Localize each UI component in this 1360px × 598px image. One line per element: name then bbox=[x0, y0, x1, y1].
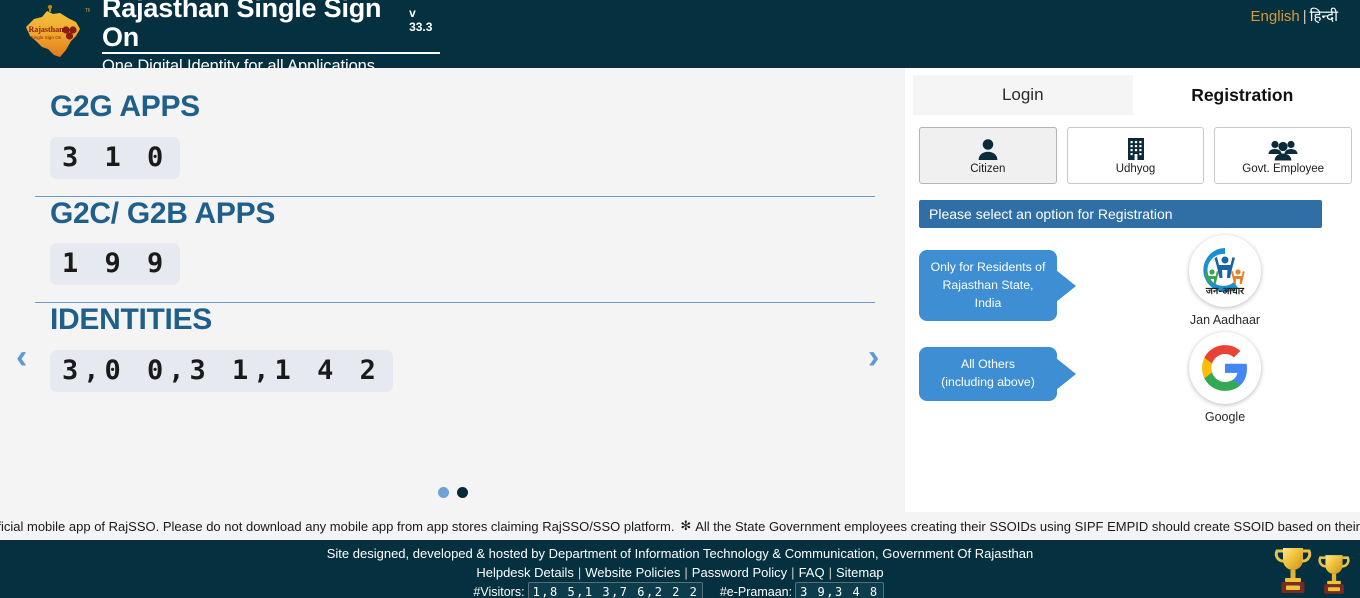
google-caption: Google bbox=[1204, 410, 1246, 425]
role-label: Udhyog bbox=[1115, 162, 1156, 175]
page-header: Rajasthan Single Sign On TM Rajasthan Si… bbox=[0, 0, 1360, 75]
language-switcher: English | हिन्दी bbox=[1251, 6, 1338, 26]
trophy-icon bbox=[1274, 548, 1312, 593]
jan-aadhaar-caption: Jan Aadhaar bbox=[1189, 313, 1261, 327]
visitors-counter: 1,8 5,1 3,7 6,2 2 2 bbox=[527, 582, 704, 598]
stats-carousel-panel: G2G APPS 3 1 0 G2C/ G2B APPS 1 9 9 IDENT… bbox=[0, 68, 905, 512]
carousel-prev-arrow-icon[interactable]: ‹ bbox=[16, 340, 44, 374]
registration-option-jan-aadhaar: Only for Residents of Rajasthan State, I… bbox=[919, 235, 1352, 327]
svg-text:Rajasthan: Rajasthan bbox=[28, 25, 64, 34]
google-logo-icon bbox=[1202, 345, 1247, 392]
stat-title: G2C/ G2B APPS bbox=[50, 196, 276, 230]
stat-identities: IDENTITIES 3,0 0,3 1,1 4 2 bbox=[50, 303, 826, 398]
person-icon bbox=[977, 137, 999, 161]
carousel-dots bbox=[0, 487, 905, 498]
stat-g2g-apps: G2G APPS 3 1 0 bbox=[50, 90, 826, 185]
pramaan-label: #e-Pramaan: bbox=[719, 585, 793, 598]
stat-counter: 3 1 0 bbox=[50, 136, 181, 179]
callout-line-1: Only for Residents of bbox=[930, 260, 1046, 274]
award-trophies bbox=[1272, 542, 1352, 598]
visitors-label: #Visitors: bbox=[473, 585, 525, 598]
google-button[interactable] bbox=[1189, 332, 1261, 405]
ticker-message-1: fficial mobile app of RajSSO. Please do … bbox=[0, 518, 675, 534]
role-selector: Citizen Udhyog Govt. Employee bbox=[919, 127, 1353, 184]
jan-aadhaar-icon-block: जन-आधार Jan Aadhaar bbox=[1189, 235, 1261, 327]
jan-aadhaar-callout[interactable]: Only for Residents of Rajasthan State, I… bbox=[919, 250, 1057, 322]
people-group-icon bbox=[1268, 137, 1298, 161]
jan-aadhaar-logo-icon: जन-आधार bbox=[1189, 235, 1261, 307]
jan-aadhaar-button[interactable]: जन-आधार bbox=[1189, 235, 1261, 307]
brand-title-row: Rajasthan Single Sign On v 33.3 bbox=[102, 0, 440, 54]
stat-title: G2G APPS bbox=[50, 90, 200, 123]
callout-line-1: All Others bbox=[961, 357, 1015, 372]
callout-line-2: Rajasthan State, India bbox=[942, 277, 1034, 310]
tab-login[interactable]: Login bbox=[913, 75, 1133, 115]
role-card-udhyog[interactable]: Udhyog bbox=[1066, 127, 1205, 184]
role-card-citizen[interactable]: Citizen bbox=[919, 127, 1057, 184]
role-label: Govt. Employee bbox=[1242, 162, 1325, 175]
role-label: Citizen bbox=[970, 162, 1006, 175]
brand-block: Rajasthan Single Sign On v 33.3 One Digi… bbox=[102, 0, 440, 76]
carousel-dot-1[interactable] bbox=[437, 487, 449, 498]
footer-link-password-policy[interactable]: Password Policy bbox=[692, 565, 787, 580]
footer-links: Helpdesk Details | Website Policies | Passwo… bbox=[0, 563, 1360, 582]
ticker-message-2: All the State Government employees creat… bbox=[695, 518, 1360, 534]
footer-pipe: | bbox=[577, 565, 582, 580]
role-card-govt-employee[interactable]: Govt. Employee bbox=[1214, 127, 1353, 184]
registration-option-google: All Others (including above) Google bbox=[919, 332, 1352, 424]
footer-pipe: | bbox=[828, 565, 832, 580]
registration-instruction-bar: Please select an option for Registration bbox=[919, 200, 1322, 228]
stat-counter: 3,0 0,3 1,1 4 2 bbox=[50, 349, 393, 392]
version-label: v 33.3 bbox=[409, 6, 433, 35]
pramaan-counter: 3 9,3 4 8 bbox=[795, 582, 884, 598]
stats-list: G2G APPS 3 1 0 G2C/ G2B APPS 1 9 9 IDENT… bbox=[0, 68, 875, 398]
footer-counters: #Visitors: 1,8 5,1 3,7 6,2 2 2 #e-Pramaan… bbox=[0, 582, 1360, 598]
announcement-ticker: fficial mobile app of RajSSO. Please do … bbox=[0, 512, 1360, 540]
carousel-dot-2-active[interactable] bbox=[456, 487, 468, 498]
lang-hindi-link[interactable]: हिन्दी bbox=[1310, 8, 1338, 25]
ticker-bullet-icon: ✻ bbox=[680, 518, 692, 533]
rajasthan-map-emblem-icon: Rajasthan Single Sign On TM bbox=[26, 5, 90, 57]
jan-aadhaar-hindi-text: जन-आधार bbox=[1205, 286, 1245, 297]
lang-separator: | bbox=[1302, 8, 1307, 25]
auth-panel: Login Registration Citizen Udhyog Govt. … bbox=[905, 68, 1360, 512]
site-logo[interactable]: Rajasthan Single Sign On TM bbox=[12, 2, 94, 66]
google-icon-block: Google bbox=[1189, 332, 1261, 424]
stat-title: IDENTITIES bbox=[50, 303, 213, 336]
footer-link-helpdesk[interactable]: Helpdesk Details bbox=[476, 565, 574, 580]
google-callout[interactable]: All Others (including above) bbox=[919, 347, 1057, 402]
stat-counter: 1 9 9 bbox=[50, 243, 181, 285]
footer-link-sitemap[interactable]: Sitemap bbox=[836, 565, 884, 580]
footer-pipe: | bbox=[684, 565, 688, 580]
footer-credit: Site designed, developed & hosted by Dep… bbox=[326, 546, 1034, 561]
auth-tabs: Login Registration bbox=[913, 75, 1352, 115]
svg-text:TM: TM bbox=[85, 8, 90, 14]
footer-link-faq[interactable]: FAQ bbox=[799, 565, 825, 580]
building-icon bbox=[1125, 137, 1147, 161]
footer-link-website-policies[interactable]: Website Policies bbox=[585, 565, 680, 580]
lang-english-link[interactable]: English bbox=[1251, 8, 1300, 25]
callout-line-2: (including above) bbox=[941, 375, 1035, 390]
page-footer: Site designed, developed & hosted by Dep… bbox=[0, 540, 1360, 598]
site-title: Rajasthan Single Sign On bbox=[102, 0, 382, 52]
trophy-icon bbox=[1318, 555, 1350, 594]
main-content: G2G APPS 3 1 0 G2C/ G2B APPS 1 9 9 IDENT… bbox=[0, 68, 1360, 512]
footer-pipe: | bbox=[791, 565, 795, 580]
stat-g2c-g2b-apps: G2C/ G2B APPS 1 9 9 bbox=[50, 197, 826, 292]
svg-text:Single Sign On: Single Sign On bbox=[31, 35, 62, 40]
tab-registration[interactable]: Registration bbox=[1132, 75, 1352, 115]
carousel-next-arrow-icon[interactable]: › bbox=[868, 340, 896, 374]
